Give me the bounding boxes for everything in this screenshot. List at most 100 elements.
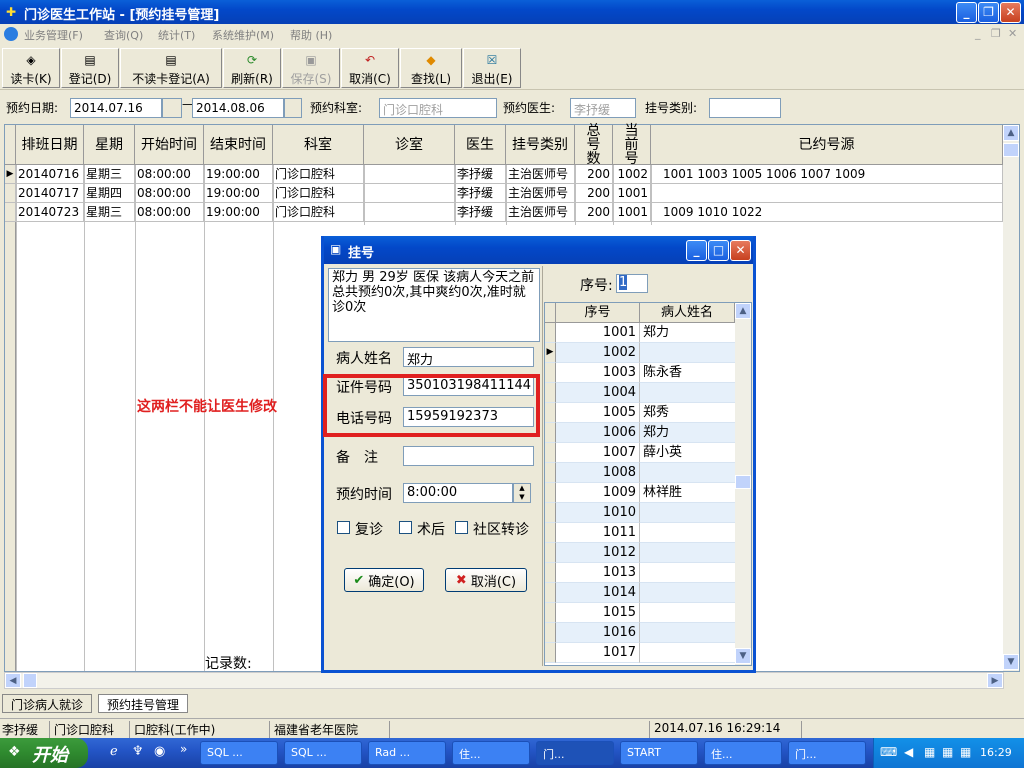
list-row-indicator[interactable]: [545, 403, 556, 423]
date-to-input[interactable]: 2014.08.06: [192, 98, 284, 118]
seq-input[interactable]: 1: [616, 274, 648, 293]
mdi-minimize-icon[interactable]: _: [975, 27, 981, 40]
list-cell-seq[interactable]: 1001: [556, 323, 640, 343]
task-outpatient-2[interactable]: 门...: [788, 741, 866, 765]
list-row-indicator[interactable]: [545, 483, 556, 503]
list-cell-name[interactable]: [640, 463, 735, 483]
list-row-indicator[interactable]: [545, 523, 556, 543]
scroll-left-icon[interactable]: ◀: [5, 673, 21, 688]
list-row-indicator[interactable]: ▶: [545, 343, 556, 363]
cell-start[interactable]: 08:00:00: [135, 165, 204, 184]
dialog-cancel-button[interactable]: ✖ 取消(C): [445, 568, 527, 592]
list-vertical-scrollbar[interactable]: ▲ ▼: [735, 303, 751, 665]
confirm-button[interactable]: ✔ 确定(O): [344, 568, 424, 592]
cell-date[interactable]: 20140716: [16, 165, 84, 184]
menu-system[interactable]: 系统维护(M): [212, 27, 274, 43]
cell-weekday[interactable]: 星期三: [84, 203, 135, 222]
row-indicator[interactable]: ▶: [5, 165, 16, 184]
time-input[interactable]: 8:00:00: [403, 483, 513, 503]
grid-vertical-scrollbar[interactable]: ▲ ▼: [1003, 125, 1019, 671]
network3-icon[interactable]: ▦: [960, 745, 971, 759]
list-row-indicator[interactable]: [545, 643, 556, 663]
doctor-input[interactable]: 李抒缓: [570, 98, 636, 118]
refresh-button[interactable]: ⟳ 刷新(R): [223, 48, 281, 88]
find-button[interactable]: ◆ 查找(L): [400, 48, 462, 88]
cell-end[interactable]: 19:00:00: [204, 165, 273, 184]
list-row-indicator[interactable]: [545, 563, 556, 583]
list-cell-name[interactable]: 郑秀: [640, 403, 735, 423]
cell-end[interactable]: 19:00:00: [204, 184, 273, 203]
read-card-button[interactable]: ◈ 读卡(K): [2, 48, 60, 88]
restore-button[interactable]: ❐: [978, 2, 999, 23]
cell-total[interactable]: 200: [575, 203, 613, 222]
cell-room[interactable]: [364, 165, 455, 184]
revisit-checkbox[interactable]: [337, 521, 350, 534]
list-cell-name[interactable]: [640, 643, 735, 663]
list-cell-name[interactable]: 薛小英: [640, 443, 735, 463]
ie-icon[interactable]: ℯ: [110, 744, 118, 759]
cell-dept[interactable]: 门诊口腔科: [273, 184, 364, 203]
list-cell-name[interactable]: [640, 623, 735, 643]
list-row-indicator[interactable]: [545, 463, 556, 483]
list-cell-seq[interactable]: 1017: [556, 643, 640, 663]
media-icon[interactable]: ◉: [154, 744, 165, 759]
cell-date[interactable]: 20140717: [16, 184, 84, 203]
col-header-date[interactable]: 排班日期: [16, 125, 84, 165]
hscroll-thumb[interactable]: [23, 673, 37, 688]
date-to-picker[interactable]: [284, 98, 302, 118]
dept-input[interactable]: 门诊口腔科: [379, 98, 497, 118]
menu-query[interactable]: 查询(Q): [104, 27, 143, 43]
list-row-indicator[interactable]: [545, 503, 556, 523]
list-header-seq[interactable]: 序号: [556, 303, 640, 323]
row-indicator[interactable]: [5, 203, 16, 222]
task-sql-2[interactable]: SQL ...: [284, 741, 362, 765]
cell-booked[interactable]: 1009 1010 1022: [651, 203, 1003, 222]
cell-total[interactable]: 200: [575, 184, 613, 203]
cell-current[interactable]: 1001: [613, 184, 651, 203]
list-cell-name[interactable]: 郑力: [640, 323, 735, 343]
minimize-button[interactable]: _: [956, 2, 977, 23]
list-cell-seq[interactable]: 1006: [556, 423, 640, 443]
list-cell-seq[interactable]: 1013: [556, 563, 640, 583]
cell-doctor[interactable]: 李抒缓: [455, 203, 506, 222]
col-header-start[interactable]: 开始时间: [135, 125, 204, 165]
mdi-close-icon[interactable]: ✕: [1008, 27, 1017, 40]
list-cell-name[interactable]: 陈永香: [640, 363, 735, 383]
type-input[interactable]: [709, 98, 781, 118]
list-cell-seq[interactable]: 1005: [556, 403, 640, 423]
cell-doctor[interactable]: 李抒缓: [455, 165, 506, 184]
scroll-right-icon[interactable]: ▶: [987, 673, 1003, 688]
cell-start[interactable]: 08:00:00: [135, 184, 204, 203]
list-row-indicator[interactable]: [545, 603, 556, 623]
scroll-up-icon[interactable]: ▲: [1003, 125, 1019, 141]
list-cell-seq[interactable]: 1016: [556, 623, 640, 643]
cell-type[interactable]: 主治医师号: [506, 184, 575, 203]
cell-booked[interactable]: [651, 184, 1003, 203]
network2-icon[interactable]: ▦: [942, 745, 953, 759]
list-cell-name[interactable]: [640, 543, 735, 563]
menu-stats[interactable]: 统计(T): [158, 27, 195, 43]
list-row-indicator[interactable]: [545, 543, 556, 563]
row-indicator[interactable]: [5, 184, 16, 203]
cell-end[interactable]: 19:00:00: [204, 203, 273, 222]
task-inpatient-2[interactable]: 住...: [704, 741, 782, 765]
list-row-indicator[interactable]: [545, 323, 556, 343]
list-row-indicator[interactable]: [545, 583, 556, 603]
list-cell-name[interactable]: [640, 563, 735, 583]
date-from-picker[interactable]: [162, 98, 182, 118]
task-start-folder[interactable]: START: [620, 741, 698, 765]
list-cell-seq[interactable]: 1009: [556, 483, 640, 503]
list-row-indicator[interactable]: [545, 423, 556, 443]
cancel-button[interactable]: ↶ 取消(C): [341, 48, 399, 88]
cell-current[interactable]: 1002: [613, 165, 651, 184]
col-header-dept[interactable]: 科室: [273, 125, 364, 165]
list-scroll-down-icon[interactable]: ▼: [735, 648, 751, 664]
quicklaunch-more-icon[interactable]: »: [180, 742, 187, 756]
tab-outpatient[interactable]: 门诊病人就诊: [2, 694, 93, 713]
network-icon[interactable]: ▦: [924, 745, 935, 759]
col-header-end[interactable]: 结束时间: [204, 125, 273, 165]
list-cell-seq[interactable]: 1002: [556, 343, 640, 363]
cell-doctor[interactable]: 李抒缓: [455, 184, 506, 203]
col-header-total[interactable]: 总号数: [575, 124, 613, 166]
cell-booked[interactable]: 1001 1003 1005 1006 1007 1009: [651, 165, 1003, 184]
